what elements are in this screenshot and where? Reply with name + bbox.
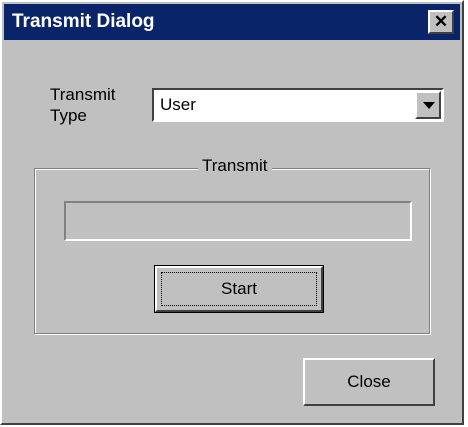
start-button[interactable]: Start bbox=[154, 265, 324, 313]
close-icon[interactable]: ✕ bbox=[428, 10, 454, 34]
start-button-label: Start bbox=[161, 272, 317, 306]
transmit-type-value: User bbox=[160, 95, 196, 114]
title-bar[interactable]: Transmit Dialog ✕ bbox=[4, 4, 460, 40]
close-button[interactable]: Close bbox=[303, 358, 435, 406]
dropdown-arrow-icon[interactable] bbox=[415, 91, 441, 119]
transmit-type-label: Transmit Type bbox=[50, 85, 116, 125]
window-title: Transmit Dialog bbox=[12, 11, 155, 32]
transmit-type-select[interactable]: User bbox=[152, 88, 444, 122]
transmit-progress-bar bbox=[64, 201, 412, 241]
transmit-group-legend: Transmit bbox=[198, 156, 272, 176]
